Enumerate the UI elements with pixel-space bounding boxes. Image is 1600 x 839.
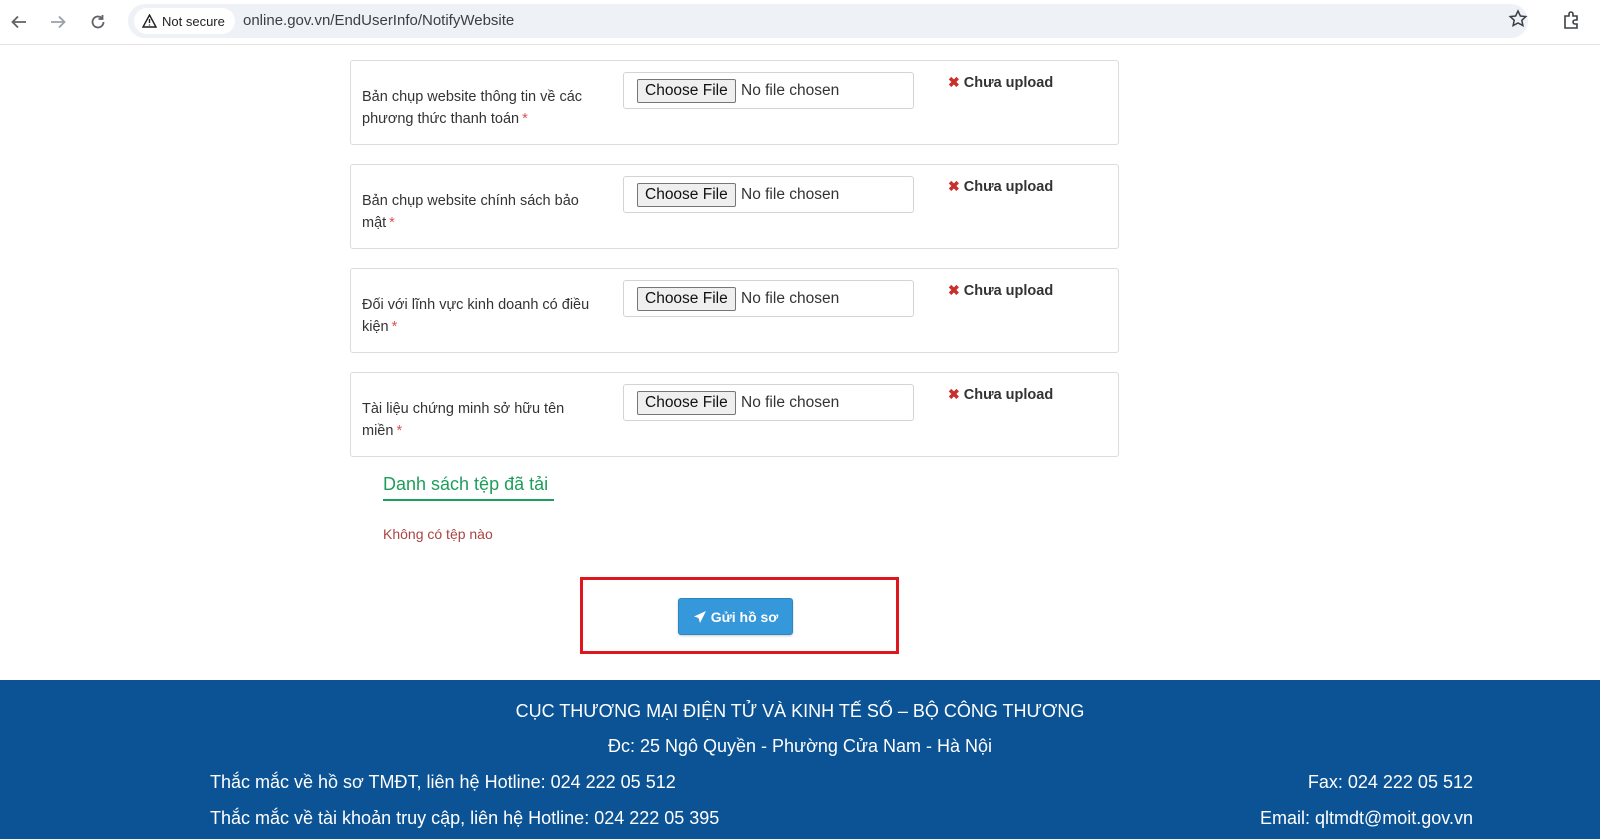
footer-email: Email: qltmdt@moit.gov.vn — [1259, 808, 1473, 828]
upload-status: ✖ Chưa upload — [948, 282, 1054, 299]
file-status: No file chosen — [741, 186, 840, 203]
footer-fax: Fax: 024 222 05 512 — [1307, 772, 1473, 792]
back-arrow-icon — [11, 15, 26, 29]
footer-address: Đc: 25 Ngô Quyền - Phường Cửa Nam - Hà N… — [607, 736, 993, 756]
required-marker: * — [389, 215, 395, 231]
upload-row-privacy: Bản chụp website chính sách bảo mật * Cho… — [350, 164, 1119, 249]
close-icon: ✖ — [948, 178, 960, 194]
upload-row-label: Bản chụp website chính sách bảo mật * — [362, 193, 579, 231]
security-chip[interactable]: Not secure — [134, 8, 235, 34]
choose-file-button[interactable]: Choose File — [637, 391, 736, 415]
send-icon — [693, 610, 706, 623]
choose-file-button[interactable]: Choose File — [637, 183, 736, 207]
forward-button[interactable] — [44, 8, 72, 36]
upload-row-conditional-business: Đối với lĩnh vực kinh doanh có điều kiện… — [350, 268, 1119, 353]
warning-icon — [142, 14, 157, 28]
file-status: No file chosen — [741, 290, 840, 307]
reload-button[interactable] — [84, 8, 112, 36]
close-icon: ✖ — [948, 74, 960, 90]
address-bar[interactable]: Not secure online.gov.vn/EndUserInfo/Not… — [128, 4, 1528, 38]
upload-status: ✖ Chưa upload — [948, 386, 1054, 403]
required-marker: * — [522, 111, 528, 127]
upload-status: ✖ Chưa upload — [948, 74, 1054, 91]
upload-row-label: Bản chụp website thông tin về các phương… — [362, 89, 583, 127]
choose-file-button[interactable]: Choose File — [637, 79, 736, 103]
security-label: Not secure — [162, 13, 225, 29]
required-marker: * — [396, 423, 403, 439]
extensions-icon[interactable] — [1561, 9, 1583, 31]
file-status: No file chosen — [741, 82, 840, 99]
uploaded-list-title: Danh sách tệp đã tải — [383, 474, 555, 501]
upload-status: ✖ Chưa upload — [948, 178, 1054, 195]
file-input[interactable]: Choose File No file chosen — [623, 280, 914, 317]
submit-label: Gửi hồ sơ — [710, 608, 779, 625]
uploaded-list-empty: Không có tệp nào — [383, 526, 493, 542]
bookmark-star-icon[interactable] — [1508, 9, 1528, 29]
submit-button[interactable]: Gửi hồ sơ — [678, 598, 793, 635]
browser-toolbar: Not secure online.gov.vn/EndUserInfo/Not… — [0, 0, 1600, 45]
url-text[interactable]: online.gov.vn/EndUserInfo/NotifyWebsite — [243, 12, 514, 29]
upload-row-domain-ownership: Tài liệu chứng minh sở hữu tên miền * Cho… — [350, 372, 1119, 457]
footer: CỤC THƯƠNG MẠI ĐIỆN TỬ VÀ KINH TẾ SỐ – B… — [0, 680, 1600, 839]
required-marker: * — [391, 319, 398, 335]
file-input[interactable]: Choose File No file chosen — [623, 384, 914, 421]
reload-icon — [91, 15, 105, 29]
close-icon: ✖ — [948, 282, 960, 298]
footer-hotline-tmdt: Thắc mắc về hồ sơ TMĐT, liên hệ Hotline:… — [210, 772, 676, 792]
footer-org: CỤC THƯƠNG MẠI ĐIỆN TỬ VÀ KINH TẾ SỐ – B… — [515, 701, 1085, 721]
file-input[interactable]: Choose File No file chosen — [623, 72, 914, 109]
upload-row-label: Đối với lĩnh vực kinh doanh có điều kiện… — [362, 297, 590, 335]
close-icon: ✖ — [948, 386, 960, 402]
file-status: No file chosen — [741, 394, 840, 411]
choose-file-button[interactable]: Choose File — [637, 287, 736, 311]
upload-row-payment: Bản chụp website thông tin về các phương… — [350, 60, 1119, 145]
upload-row-label: Tài liệu chứng minh sở hữu tên miền * — [362, 401, 565, 439]
back-button[interactable] — [5, 8, 33, 36]
forward-arrow-icon — [51, 15, 66, 29]
footer-hotline-account: Thắc mắc về tài khoản truy cập, liên hệ … — [210, 808, 720, 828]
file-input[interactable]: Choose File No file chosen — [623, 176, 914, 213]
